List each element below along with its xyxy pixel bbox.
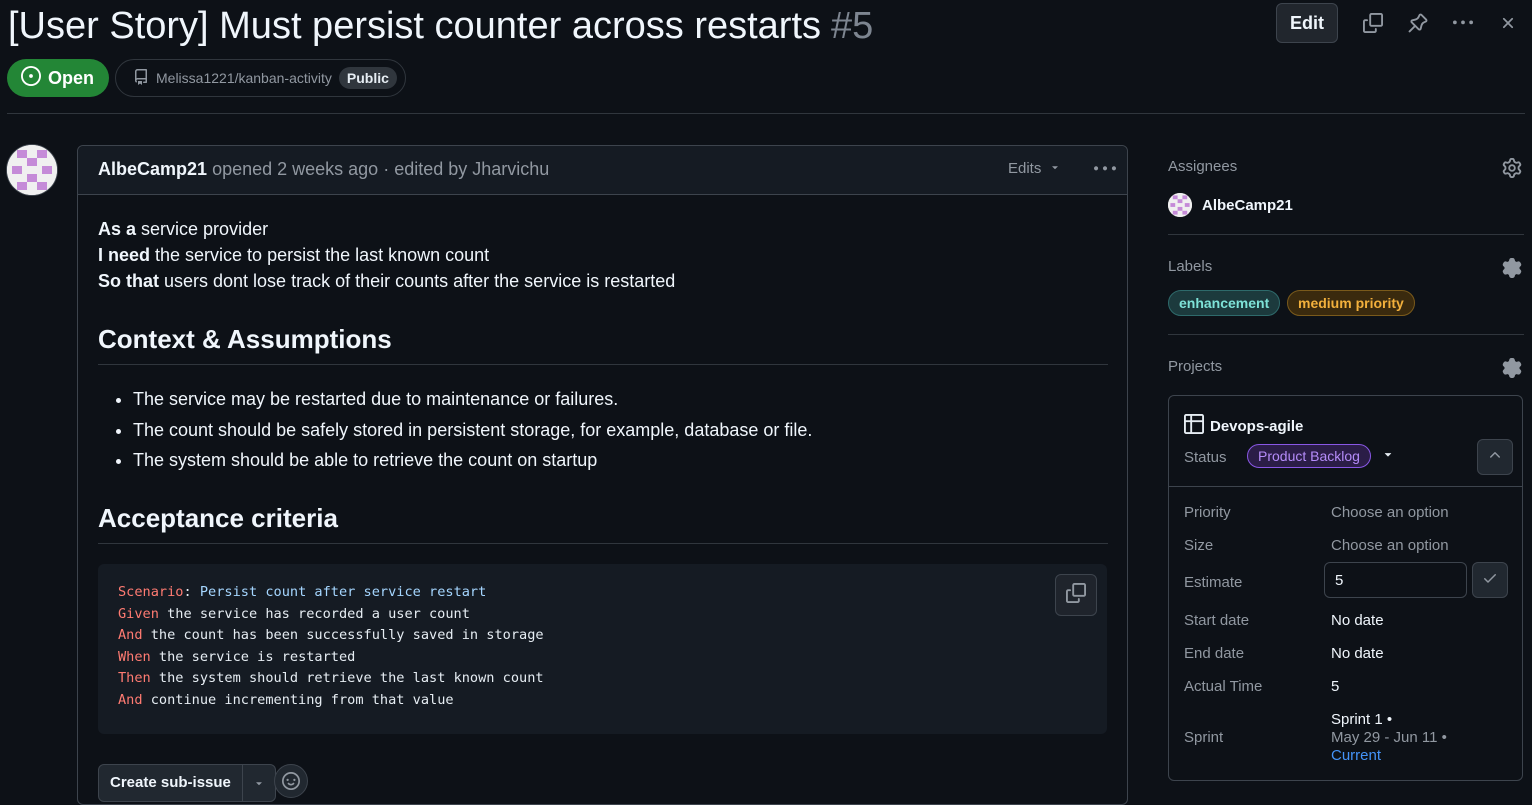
code-line: When the service is restarted bbox=[118, 648, 356, 665]
confirm-estimate-button[interactable] bbox=[1472, 562, 1508, 598]
status-dropdown[interactable]: Product Backlog bbox=[1247, 444, 1395, 468]
sprint-range: May 29 - Jun 11 • bbox=[1331, 729, 1447, 746]
close-icon[interactable] bbox=[1495, 10, 1521, 36]
size-label: Size bbox=[1184, 537, 1214, 554]
collapse-project-button[interactable] bbox=[1477, 439, 1513, 475]
comment-meta-text: opened 2 weeks ago · edited by Jharvichu bbox=[212, 159, 550, 179]
estimate-input[interactable]: 5 bbox=[1324, 562, 1467, 598]
author-avatar[interactable] bbox=[7, 145, 57, 195]
repo-link[interactable]: Melissa1221/kanban-activity Public bbox=[115, 59, 406, 97]
actual-time-label: Actual Time bbox=[1184, 678, 1263, 695]
pin-icon[interactable] bbox=[1405, 10, 1431, 36]
assignee-avatar bbox=[1168, 193, 1192, 217]
more-options-icon[interactable] bbox=[1450, 10, 1476, 36]
edits-label: Edits bbox=[1008, 160, 1042, 177]
end-date-value[interactable]: No date bbox=[1331, 645, 1384, 662]
story-line: As a service provider bbox=[98, 219, 269, 239]
copy-icon bbox=[1066, 583, 1086, 607]
story-line: So that users dont lose track of their c… bbox=[98, 271, 676, 291]
acceptance-heading: Acceptance criteria bbox=[98, 503, 338, 533]
header-divider bbox=[7, 113, 1525, 114]
assignees-gear-icon[interactable] bbox=[1502, 158, 1522, 183]
project-name: Devops-agile bbox=[1210, 418, 1304, 435]
comment-author-link[interactable]: AlbeCamp21 bbox=[98, 159, 207, 179]
edit-title-button[interactable]: Edit bbox=[1276, 3, 1338, 43]
start-date-label: Start date bbox=[1184, 612, 1250, 629]
assignee-item[interactable]: AlbeCamp21 bbox=[1168, 193, 1293, 217]
repo-icon bbox=[133, 68, 149, 88]
comment-header: AlbeCamp21 opened 2 weeks ago · edited b… bbox=[78, 146, 1127, 195]
check-icon bbox=[1482, 570, 1498, 591]
projects-gear-icon[interactable] bbox=[1502, 358, 1522, 383]
code-line: Given the service has recorded a user co… bbox=[118, 605, 470, 622]
copy-link-icon[interactable] bbox=[1360, 10, 1386, 36]
size-select[interactable]: Choose an option bbox=[1331, 537, 1449, 554]
code-line: Scenario: Persist count after service re… bbox=[118, 584, 487, 600]
labels-heading: Labels bbox=[1168, 258, 1213, 275]
sprint-name: Sprint 1 • bbox=[1331, 711, 1393, 728]
triangle-down-icon[interactable] bbox=[241, 765, 275, 801]
project-card-header bbox=[1169, 396, 1522, 487]
repo-name: Melissa1221/kanban-activity bbox=[156, 70, 332, 86]
start-date-value[interactable]: No date bbox=[1331, 612, 1384, 629]
list-item: The count should be safely stored in per… bbox=[133, 415, 812, 446]
triangle-down-icon bbox=[1049, 160, 1061, 177]
code-block: Scenario: Persist count after service re… bbox=[98, 564, 1107, 734]
chevron-up-icon bbox=[1487, 447, 1503, 468]
issue-number: #5 bbox=[831, 5, 874, 47]
priority-select[interactable]: Choose an option bbox=[1331, 504, 1449, 521]
copy-code-button[interactable] bbox=[1055, 574, 1097, 616]
project-card: Devops-agile Status Product Backlog Prio… bbox=[1168, 395, 1523, 781]
end-date-label: End date bbox=[1184, 645, 1245, 662]
priority-label: Priority bbox=[1184, 504, 1231, 521]
assignee-name: AlbeCamp21 bbox=[1202, 196, 1293, 214]
label-enhancement[interactable]: enhancement bbox=[1168, 290, 1281, 316]
issue-state-badge: Open bbox=[7, 59, 110, 97]
issue-body-comment: AlbeCamp21 opened 2 weeks ago · edited b… bbox=[77, 145, 1128, 805]
labels-gear-icon[interactable] bbox=[1502, 258, 1522, 283]
project-link[interactable]: Devops-agile bbox=[1184, 414, 1303, 439]
story-line: I need the service to persist the last k… bbox=[98, 245, 490, 265]
add-reaction-icon[interactable] bbox=[274, 764, 308, 798]
create-subissue-label[interactable]: Create sub-issue bbox=[99, 765, 242, 801]
list-item: The system should be able to retrieve th… bbox=[133, 445, 812, 476]
user-story: As a service provider I need the service… bbox=[98, 216, 1107, 294]
sprint-label: Sprint bbox=[1184, 729, 1224, 746]
context-heading: Context & Assumptions bbox=[98, 324, 392, 354]
sprint-current: Current bbox=[1331, 747, 1382, 764]
create-subissue-button[interactable]: Create sub-issue bbox=[98, 764, 276, 802]
issue-state-label: Open bbox=[48, 67, 95, 88]
comment-options-icon[interactable] bbox=[1094, 158, 1116, 185]
estimate-label: Estimate bbox=[1184, 574, 1243, 591]
label-medium-priority[interactable]: medium priority bbox=[1287, 290, 1415, 316]
list-item: The service may be restarted due to main… bbox=[133, 384, 812, 415]
actual-time-value[interactable]: 5 bbox=[1331, 678, 1339, 695]
context-heading-block: Context & Assumptions bbox=[98, 324, 1108, 365]
status-value: Product Backlog bbox=[1247, 444, 1371, 468]
code-line: And continue incrementing from that valu… bbox=[118, 692, 454, 708]
code-line: Then the system should retrieve the last… bbox=[118, 670, 544, 687]
sprint-value[interactable]: Sprint 1 • May 29 - Jun 11 • Current bbox=[1331, 711, 1447, 765]
projects-heading: Projects bbox=[1168, 358, 1223, 375]
context-list: The service may be restarted due to main… bbox=[98, 384, 812, 476]
table-icon bbox=[1184, 414, 1204, 439]
code-line: And the count has been successfully save… bbox=[118, 627, 544, 644]
edits-dropdown[interactable]: Edits bbox=[1008, 160, 1061, 177]
sidebar-divider bbox=[1168, 334, 1524, 335]
issue-title: [User Story] Must persist counter across… bbox=[8, 2, 873, 50]
status-label: Status bbox=[1184, 449, 1227, 466]
issue-open-icon bbox=[21, 65, 41, 91]
comment-meta: AlbeCamp21 opened 2 weeks ago · edited b… bbox=[98, 159, 549, 180]
acceptance-heading-block: Acceptance criteria bbox=[98, 503, 1108, 544]
issue-title-text: [User Story] Must persist counter across… bbox=[8, 5, 822, 47]
comment-body: As a service provider I need the service… bbox=[98, 216, 1108, 802]
triangle-down-icon bbox=[1381, 447, 1395, 466]
visibility-badge: Public bbox=[338, 67, 397, 89]
sidebar-divider bbox=[1168, 234, 1524, 235]
assignees-heading: Assignees bbox=[1168, 158, 1238, 175]
